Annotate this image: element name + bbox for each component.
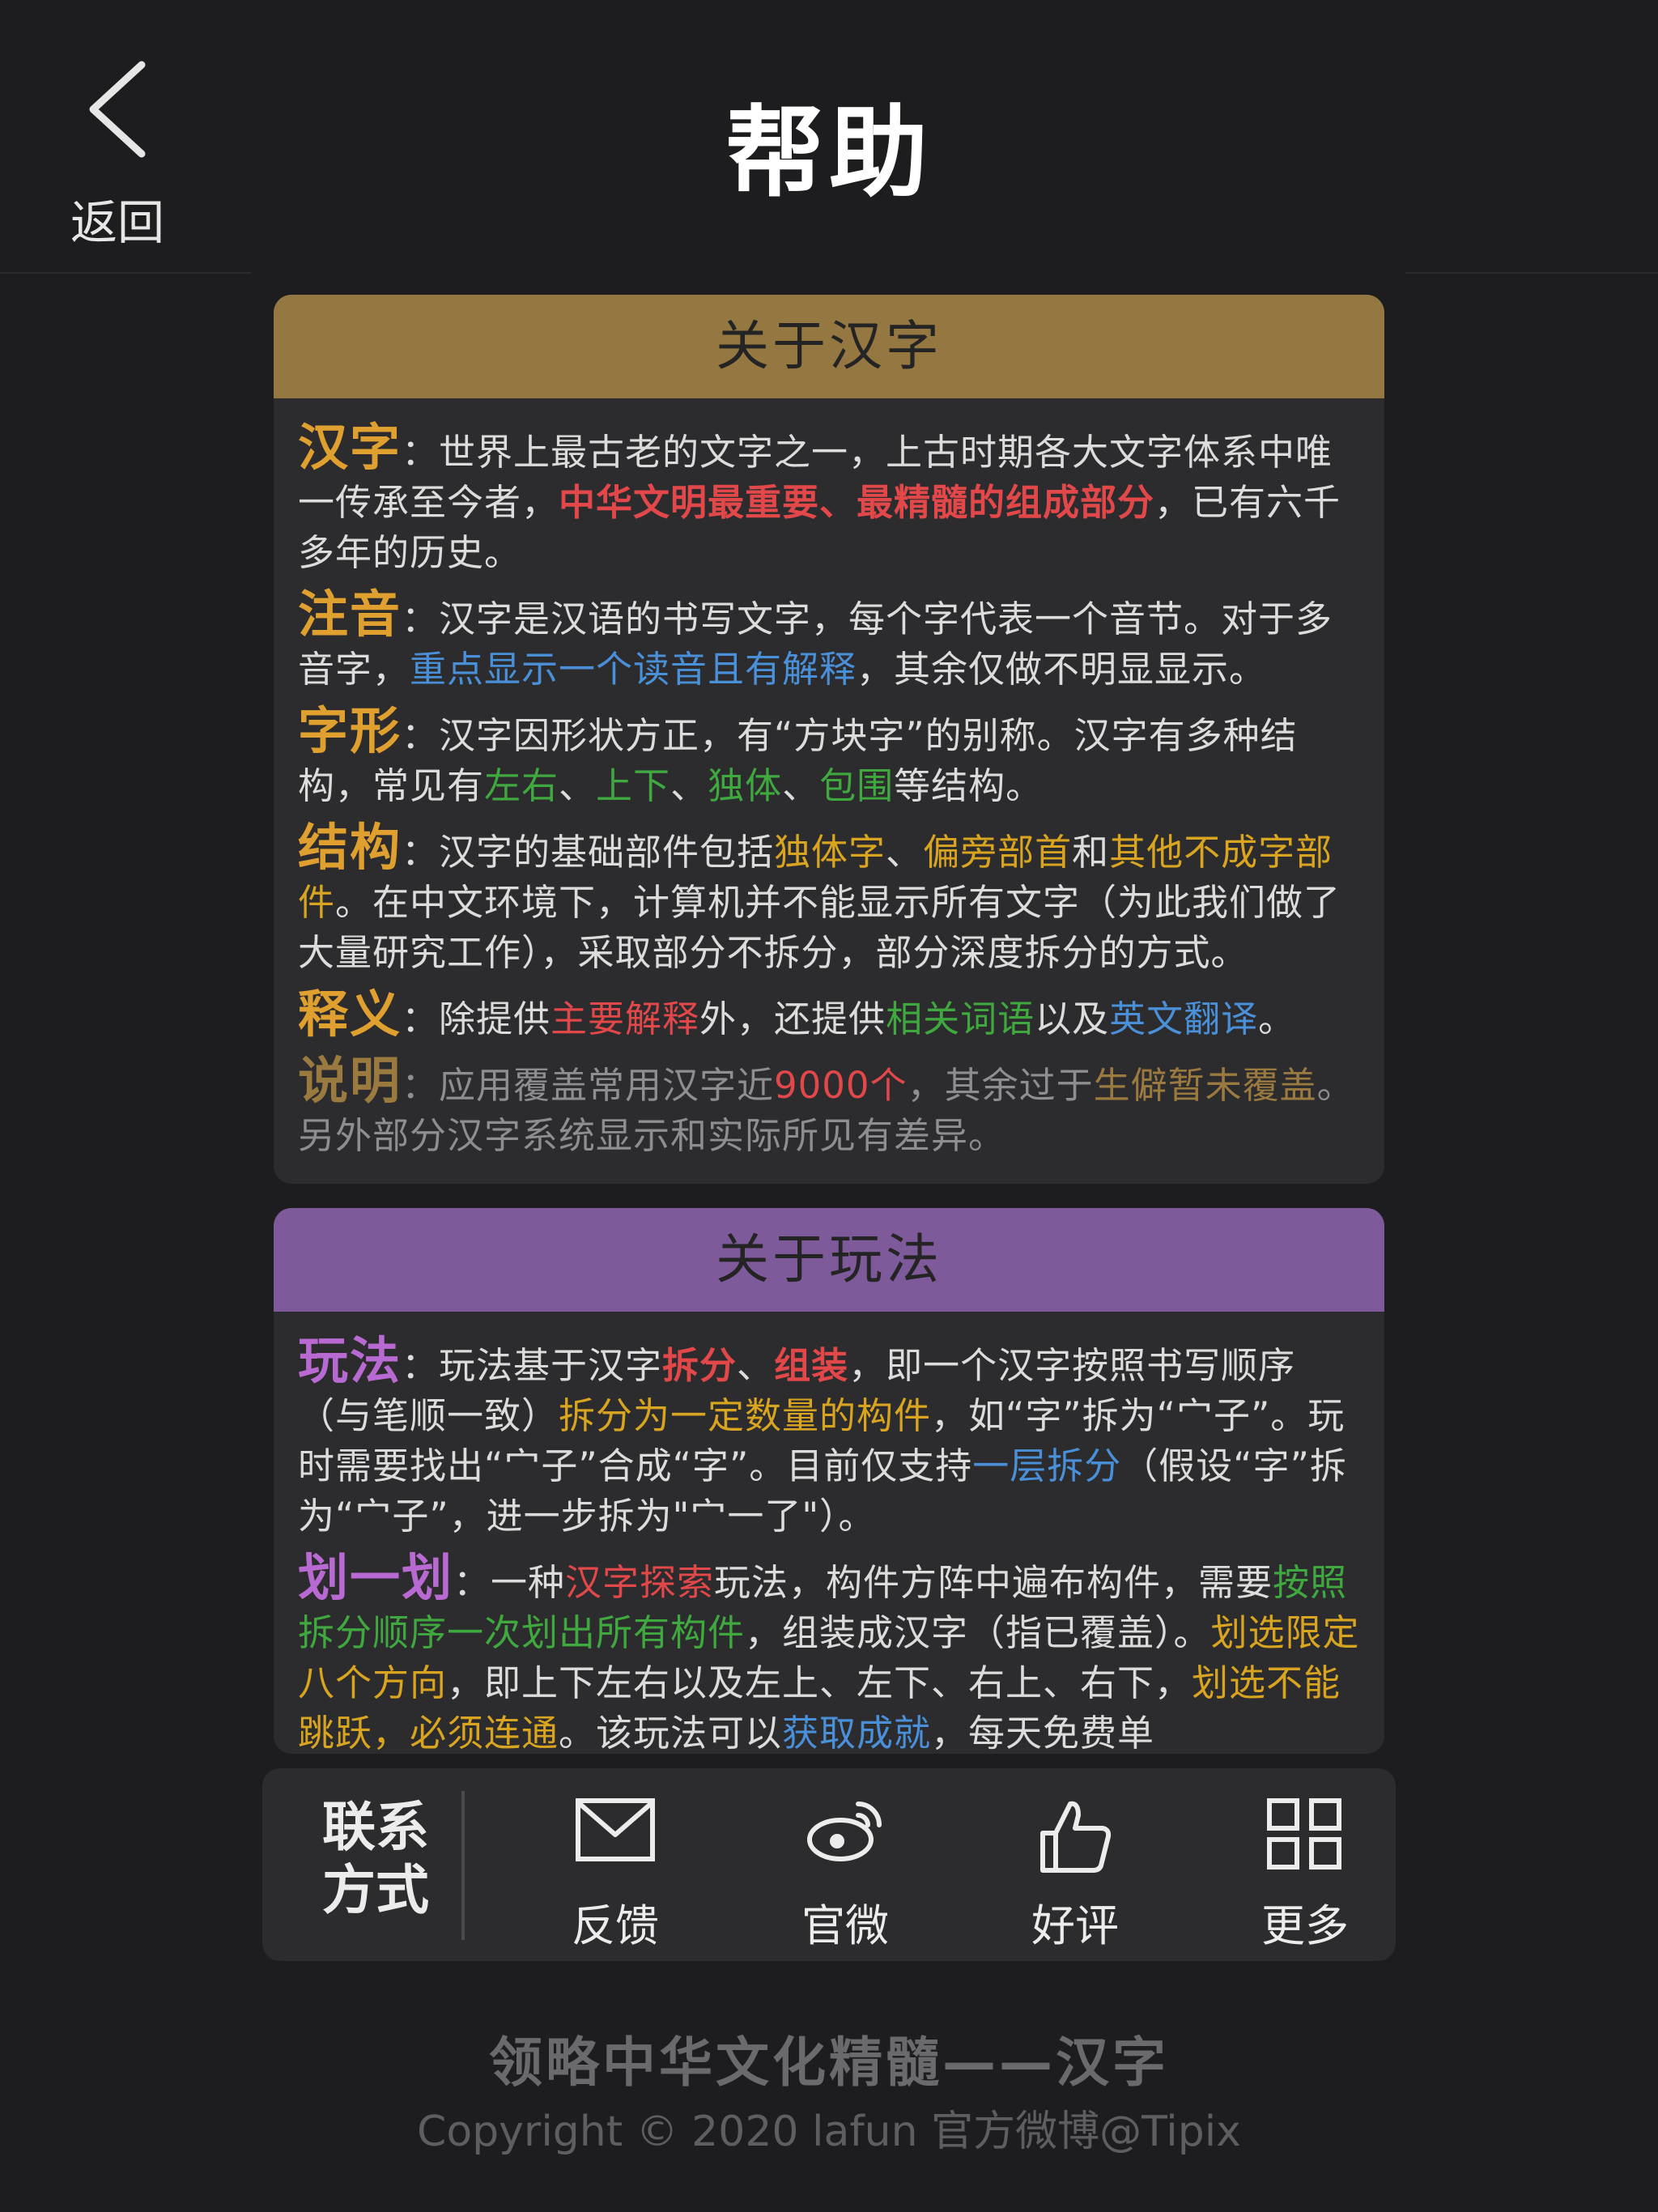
nav-header: 返回 帮助 (0, 0, 1658, 272)
contact-divider (461, 1791, 465, 1940)
feedback-button[interactable]: 反馈 (518, 1768, 712, 1961)
para-wanfa: 玩法：玩法基于汉字拆分、组装，即一个汉字按照书写顺序（与笔顺一致）拆分为一定数量… (298, 1331, 1347, 1538)
rate-button[interactable]: 好评 (978, 1768, 1172, 1961)
about-play-body: 玩法：玩法基于汉字拆分、组装，即一个汉字按照书写顺序（与笔顺一致）拆分为一定数量… (274, 1312, 1384, 1755)
about-hanzi-title: 关于汉字 (274, 295, 1384, 398)
para-shuoming: 说明：应用覆盖常用汉字近9000个，其余过于生僻暂未覆盖。另外部分汉字系统显示和… (298, 1051, 1354, 1158)
about-hanzi-body: 汉字：世界上最古老的文字之一，上古时期各大文字体系中唯一传承至今者，中华文明最重… (274, 398, 1384, 1184)
para-shiyi: 释义：除提供主要解释外，还提供相关词语以及英文翻译。 (298, 985, 1296, 1044)
para-hanzi: 汉字：世界上最古老的文字之一，上古时期各大文字体系中唯一传承至今者，中华文明最重… (298, 418, 1341, 575)
para-zhuyin: 注音：汉字是汉语的书写文字，每个字代表一个音节。对于多音字，重点显示一个读音且有… (298, 585, 1333, 691)
footer-slogan: 领略中华文化精髓——汉字 (489, 2031, 1169, 2094)
term-shiyi: 释义 (298, 985, 402, 1044)
term-zhuyin: 注音 (298, 585, 402, 644)
page-title: 帮助 (725, 96, 933, 211)
para-huayihua: 划一划：一种汉字探索玩法，构件方阵中遍布构件，需要按照拆分顺序一次划出所有构件，… (298, 1548, 1360, 1755)
grid-icon (1267, 1798, 1341, 1870)
para-zixing: 字形：汉字因形状方正，有“方块字”的别称。汉字有多种结构，常见有左右、上下、独体… (298, 701, 1298, 808)
more-button[interactable]: 更多 (1208, 1768, 1402, 1961)
term-wanfa: 玩法 (298, 1331, 402, 1390)
footer-copyright: Copyright © 2020 lafun 官方微博@Tipix (417, 2108, 1241, 2156)
para-jiegou: 结构：汉字的基础部件包括独体字、偏旁部首和其他不成字部件。在中文环境下，计算机并… (298, 818, 1341, 975)
term-zixing: 字形 (298, 701, 402, 760)
contact-bar: 联系 方式 反馈 官微 好评 更多 (262, 1768, 1396, 1961)
header-divider-right (1405, 272, 1658, 274)
mail-icon (576, 1798, 655, 1861)
term-jiegou: 结构 (298, 818, 402, 877)
thumbs-up-icon (1040, 1801, 1112, 1873)
weibo-button[interactable]: 官微 (748, 1768, 942, 1961)
about-play-title: 关于玩法 (274, 1208, 1384, 1312)
term-huayihua: 划一划 (298, 1548, 454, 1607)
term-shuoming: 说明 (298, 1051, 402, 1110)
term-hanzi: 汉字 (298, 418, 402, 477)
about-hanzi-card: 关于汉字 汉字：世界上最古老的文字之一，上古时期各大文字体系中唯一传承至今者，中… (274, 295, 1384, 1184)
about-play-card: 关于玩法 玩法：玩法基于汉字拆分、组装，即一个汉字按照书写顺序（与笔顺一致）拆分… (274, 1208, 1384, 1754)
weibo-icon (807, 1802, 882, 1861)
header-divider-left (0, 272, 251, 274)
contact-title: 联系 方式 (322, 1796, 429, 1921)
